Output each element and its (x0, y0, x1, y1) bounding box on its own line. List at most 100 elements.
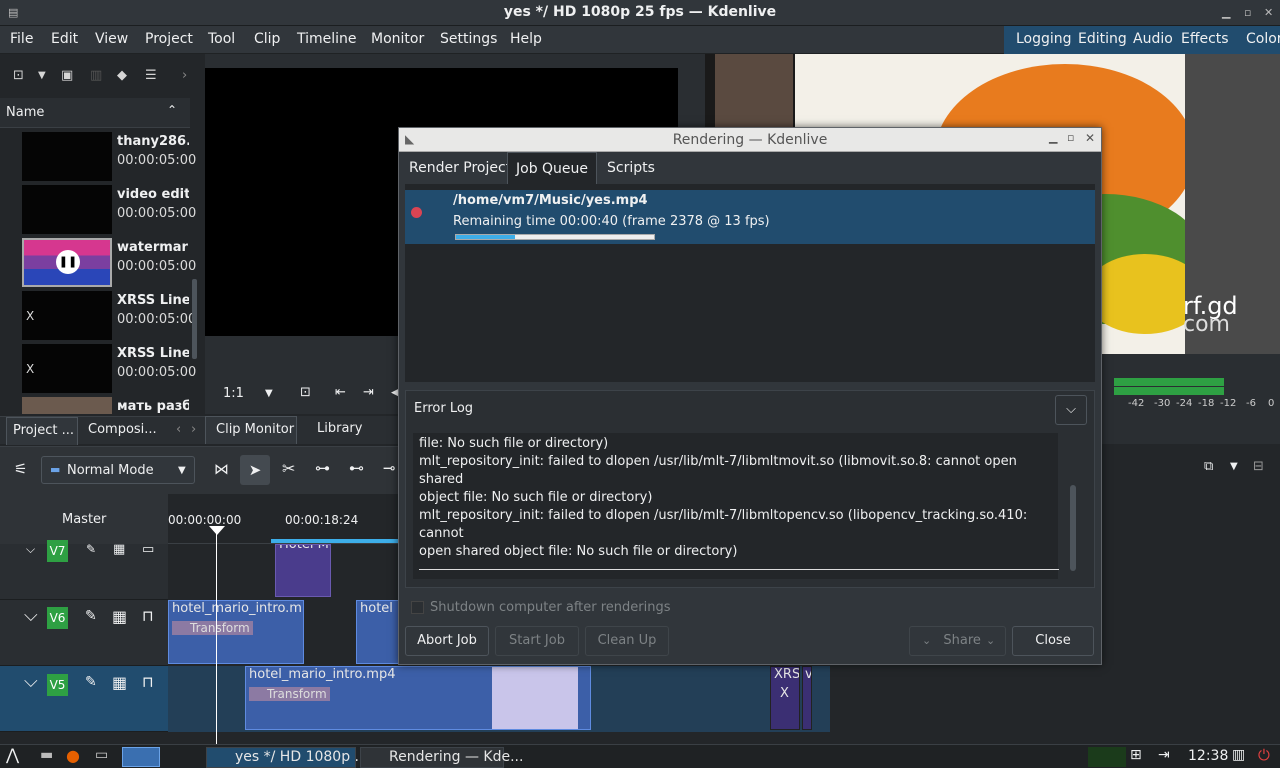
menu-help[interactable]: Help (510, 31, 542, 47)
menu-project[interactable]: Project (145, 31, 193, 47)
film-icon[interactable]: ▦ (112, 607, 127, 626)
razor-tool-icon[interactable]: ✂ (282, 459, 295, 478)
collapse-icon[interactable]: ⌵ (24, 671, 38, 692)
set-in-point-icon[interactable]: ⇤ (335, 385, 346, 400)
lock-icon[interactable]: ⊓ (142, 607, 154, 625)
playhead[interactable] (216, 528, 217, 744)
effects-icon[interactable]: ✎ (86, 542, 96, 556)
collapse-icon[interactable]: ⌵ (26, 542, 35, 557)
error-log-text[interactable]: file: No such file or directory) mlt_rep… (413, 433, 1059, 579)
menu-settings[interactable]: Settings (440, 31, 497, 47)
bin-clip-selected[interactable]: ❚❚ watermarl 00:00:05:00 (0, 236, 196, 289)
tab-scroll-left-icon[interactable]: ‹ (176, 422, 181, 437)
file-manager-icon[interactable]: ▭ (95, 747, 108, 763)
power-icon[interactable]: ⏻ (1258, 746, 1270, 764)
fit-zoom-icon[interactable]: ⊡ (300, 385, 311, 400)
folder-icon[interactable]: ▣ (61, 68, 73, 83)
network-icon[interactable]: ⊞ (1130, 747, 1142, 763)
start-menu-icon[interactable]: ⋀ (6, 745, 19, 764)
files-icon[interactable]: ▬ (40, 747, 53, 763)
close-icon[interactable]: ✕ (1264, 6, 1273, 19)
close-button[interactable]: Close (1012, 626, 1094, 656)
menu-edit[interactable]: Edit (51, 31, 78, 47)
zoom-dropdown-icon[interactable]: ▼ (265, 388, 273, 399)
chevron-down-icon[interactable]: ⌵ (1055, 395, 1087, 425)
bin-clip[interactable]: thany286.r 00:00:05:00 (0, 130, 196, 183)
playhead-marker[interactable] (209, 526, 225, 535)
close-icon[interactable]: ✕ (1085, 131, 1095, 145)
abort-job-button[interactable]: Abort Job (405, 626, 489, 656)
select-tool-icon[interactable]: ➤ (240, 455, 270, 485)
add-clip-icon[interactable]: ⊡ (13, 68, 24, 83)
set-out-point-icon[interactable]: ⇥ (363, 385, 374, 400)
bin-column-header[interactable]: Name ⌃ (0, 98, 190, 128)
share-button[interactable]: ⌄ Share ⌄ (909, 626, 1006, 656)
track-header-v7[interactable]: ⌵ V7 ✎ ▦ ▭ (0, 540, 168, 600)
tab-project-bin[interactable]: Project ... (6, 417, 78, 445)
bin-clip[interactable]: X XRSS Liner 00:00:05:00 (0, 342, 196, 395)
track-name[interactable]: V5 (47, 674, 68, 696)
zoom-level[interactable]: 1:1 (223, 386, 244, 401)
sort-arrow-icon[interactable]: ⌃ (167, 103, 177, 117)
timeline-clip[interactable]: XRS X (770, 666, 800, 730)
chevron-down-icon[interactable]: ▼ (38, 70, 46, 81)
trash-icon[interactable]: ▥ (1232, 747, 1245, 763)
layout-effects[interactable]: Effects (1181, 31, 1229, 47)
layout-color[interactable]: Color (1246, 31, 1280, 47)
track-name[interactable]: V7 (47, 540, 68, 562)
layout-logging[interactable]: Logging (1016, 31, 1072, 47)
bin-scrollbar[interactable] (192, 279, 197, 359)
track-name[interactable]: V6 (47, 607, 68, 629)
minimize-icon[interactable]: ▁ (1049, 131, 1057, 144)
timeline-clip-selected[interactable]: hotel_mario_intro.mp4 Transform (245, 666, 591, 730)
film-icon[interactable]: ▦ (112, 673, 127, 692)
layout-audio[interactable]: Audio (1133, 31, 1173, 47)
bin-clip[interactable]: мать разб (0, 395, 190, 414)
track-header-v6[interactable]: ⌵ V6 ✎ ▦ ⊓ (0, 600, 168, 666)
bin-clip[interactable]: video edite 00:00:05:00 (0, 183, 196, 236)
tab-clip-monitor[interactable]: Clip Monitor (205, 416, 297, 444)
panel-option-icon[interactable]: ⧉ (1204, 459, 1213, 474)
layout-editing[interactable]: Editing (1078, 31, 1127, 47)
razor-mix-icon[interactable]: ⋈ (214, 460, 229, 478)
tab-job-queue[interactable]: Job Queue (507, 152, 598, 184)
error-log-scrollbar[interactable] (1070, 485, 1076, 571)
slip-tool-icon[interactable]: ⊸ (383, 459, 396, 477)
menu-view[interactable]: View (95, 31, 128, 47)
timeline-clip[interactable]: Hotel Mu (275, 544, 331, 597)
maximize-icon[interactable]: ▫ (1067, 131, 1074, 144)
effects-icon[interactable]: ✎ (85, 674, 97, 690)
panel-dock-icon[interactable]: ⊟ (1253, 459, 1264, 474)
clock[interactable]: 12:38 (1188, 748, 1228, 764)
render-job-item[interactable]: /home/vm7/Music/yes.mp4 Remaining time 0… (405, 190, 1095, 244)
task-kdenlive[interactable]: yes */ HD 1080p ... (206, 747, 368, 768)
bin-clip[interactable]: X XRSS Liner 00:00:05:00 (0, 289, 196, 342)
menu-clip[interactable]: Clip (254, 31, 280, 47)
tab-scripts[interactable]: Scripts (599, 152, 663, 184)
track-header-v5[interactable]: ⌵ V5 ✎ ▦ ⊓ (0, 666, 168, 732)
edit-mode-select[interactable]: ▬ Normal Mode ▼ (41, 456, 195, 484)
menu-monitor[interactable]: Monitor (371, 31, 424, 47)
timeline-clip[interactable]: hotel (356, 600, 400, 664)
tab-compositions[interactable]: Composi... (88, 422, 157, 437)
tag-icon[interactable]: ◆ (117, 68, 127, 83)
ripple-tool-icon[interactable]: ⊷ (349, 459, 364, 477)
chevron-right-icon[interactable]: › (182, 68, 187, 83)
menu-timeline[interactable]: Timeline (297, 31, 357, 47)
hamburger-menu-icon[interactable]: ☰ (145, 68, 157, 83)
task-rendering[interactable]: Rendering — Kde... (360, 747, 523, 768)
logout-icon[interactable]: ⇥ (1158, 747, 1170, 763)
start-job-button[interactable]: Start Job (495, 626, 579, 656)
timeline-clip[interactable]: hotel_mario_intro.mp Transform (168, 600, 304, 664)
collapse-icon[interactable]: ⌵ (24, 605, 38, 626)
tab-scroll-right-icon[interactable]: › (191, 422, 196, 437)
lock-icon[interactable]: ▭ (142, 542, 154, 557)
chevron-down-icon[interactable]: ▼ (1230, 461, 1238, 472)
lock-icon[interactable]: ⊓ (142, 673, 154, 691)
spacer-tool-icon[interactable]: ⊶ (315, 459, 330, 477)
track-settings-icon[interactable]: ⚟ (14, 460, 27, 478)
shutdown-checkbox[interactable] (411, 601, 424, 614)
menu-file[interactable]: File (10, 31, 33, 47)
minimize-icon[interactable]: ▁ (1222, 6, 1230, 19)
desktop-pager[interactable] (122, 747, 160, 767)
